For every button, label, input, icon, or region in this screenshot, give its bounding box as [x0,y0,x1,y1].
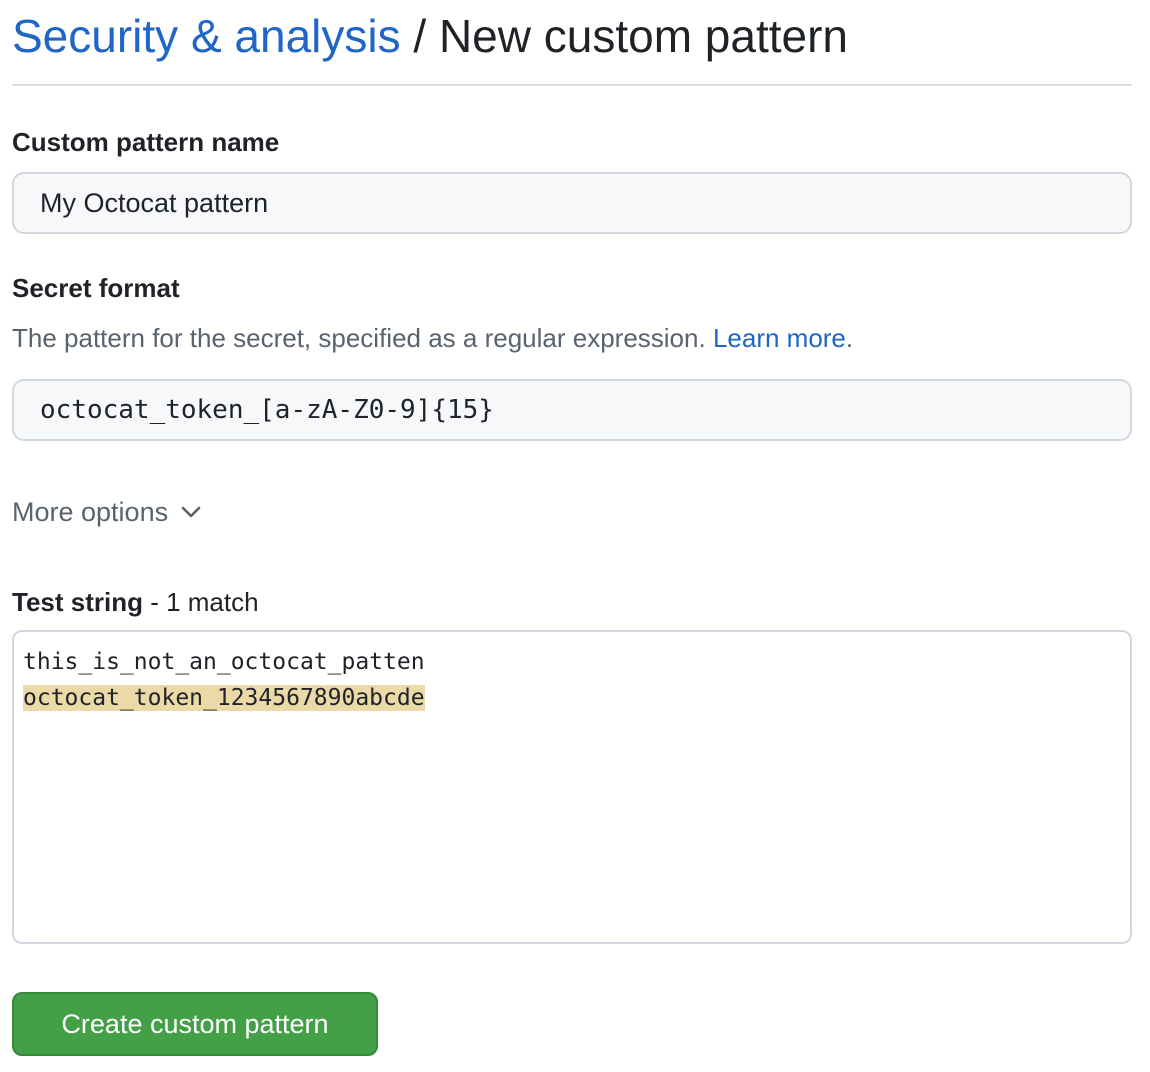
learn-more-link[interactable]: Learn more [713,323,846,353]
breadcrumb-separator: / [413,10,427,62]
new-custom-pattern-page: Security & analysis / New custom pattern… [12,0,1132,1056]
more-options-label: More options [12,497,169,527]
chevron-down-icon [180,505,202,519]
secret-format-hint-end: . [845,323,854,353]
create-custom-pattern-button[interactable]: Create custom pattern [12,992,378,1056]
pattern-name-label: Custom pattern name [12,127,280,157]
more-options-toggle[interactable]: More options [12,494,202,530]
match-count: - 1 match [142,587,259,617]
pattern-name-input[interactable] [12,172,1132,234]
secret-format-label: Secret format [12,273,180,303]
secret-format-input[interactable] [12,379,1132,441]
test-string-line: this_is_not_an_octocat_patten [23,649,425,675]
breadcrumb-security-analysis-link[interactable]: Security & analysis [12,10,401,62]
test-string-label-text: Test string [12,587,143,617]
page-title: New custom pattern [438,10,849,62]
test-string-label: Test string - 1 match [12,585,259,619]
test-string-textarea[interactable]: this_is_not_an_octocat_patten octocat_to… [12,630,1132,944]
secret-format-hint: The pattern for the secret, specified as… [12,321,853,355]
test-string-line-match: octocat_token_1234567890abcde [23,685,425,711]
secret-format-hint-text: The pattern for the secret, specified as… [12,323,706,353]
page-heading: Security & analysis / New custom pattern [12,0,1132,86]
